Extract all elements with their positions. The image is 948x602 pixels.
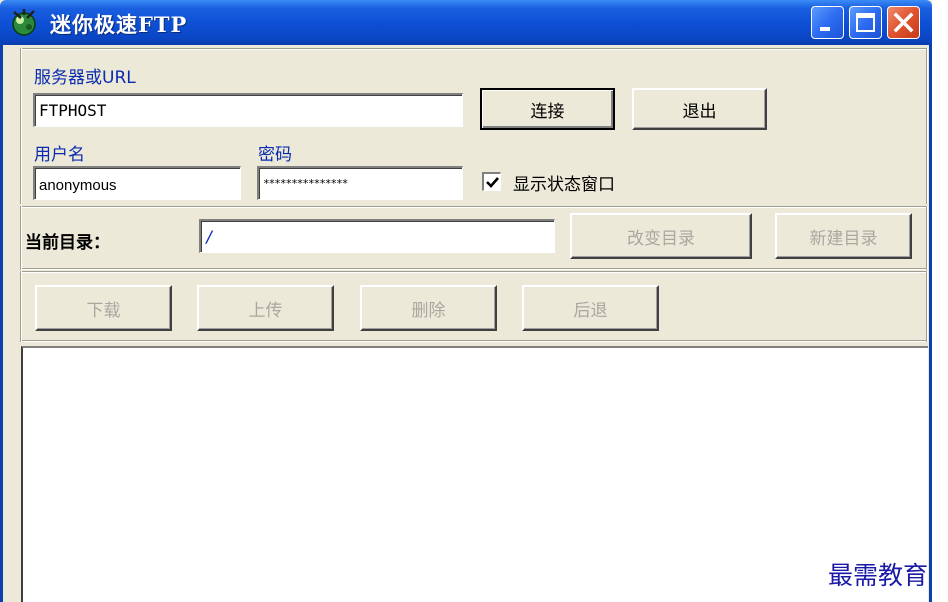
title-bar[interactable]: 迷你极速FTP: [0, 0, 932, 45]
toolbar-border: [926, 271, 928, 342]
username-label: 用户名: [34, 145, 85, 165]
close-icon: [893, 12, 914, 33]
server-label: 服务器或URL: [34, 68, 136, 88]
close-button[interactable]: [887, 6, 920, 39]
group-border: [20, 206, 22, 270]
group-border: [20, 268, 928, 270]
minimize-icon: [820, 27, 830, 31]
connect-button[interactable]: 连接: [480, 88, 615, 130]
maximize-button[interactable]: [849, 6, 882, 39]
show-status-checkbox[interactable]: [482, 172, 501, 191]
download-button[interactable]: 下载: [35, 285, 172, 331]
app-icon: [12, 9, 36, 36]
group-border: [20, 48, 22, 204]
toolbar-border: [20, 271, 928, 273]
window-border-right: [929, 45, 932, 602]
file-list[interactable]: [21, 346, 928, 602]
group-border: [926, 206, 928, 270]
upload-button[interactable]: 上传: [197, 285, 334, 331]
current-directory-input[interactable]: /: [199, 219, 555, 253]
password-label: 密码: [258, 145, 292, 165]
maximize-icon: [856, 13, 875, 32]
watermark: 最需教育: [828, 561, 929, 590]
password-input[interactable]: ***************: [257, 166, 463, 200]
back-button[interactable]: 后退: [522, 285, 659, 331]
exit-button[interactable]: 退出: [632, 88, 767, 130]
group-border: [926, 48, 928, 204]
toolbar-border: [20, 340, 928, 342]
current-directory-label: 当前目录：: [25, 233, 110, 253]
delete-button[interactable]: 删除: [360, 285, 497, 331]
change-directory-button[interactable]: 改变目录: [570, 213, 752, 259]
window-title: 迷你极速FTP: [50, 12, 188, 37]
group-border: [20, 48, 928, 50]
new-directory-button[interactable]: 新建目录: [775, 213, 912, 259]
ftp-window: 迷你极速FTP 服务器或URL FTPHOST 连接 退出 用户名 密码 ano…: [0, 0, 932, 602]
minimize-button[interactable]: [811, 6, 844, 39]
server-input[interactable]: FTPHOST: [33, 93, 463, 127]
checkmark-icon: [486, 177, 499, 188]
toolbar-border: [20, 271, 22, 342]
username-input[interactable]: anonymous: [33, 166, 241, 200]
window-border-left: [0, 45, 3, 602]
group-border: [20, 206, 928, 208]
show-status-label[interactable]: 显示状态窗口: [513, 170, 615, 195]
